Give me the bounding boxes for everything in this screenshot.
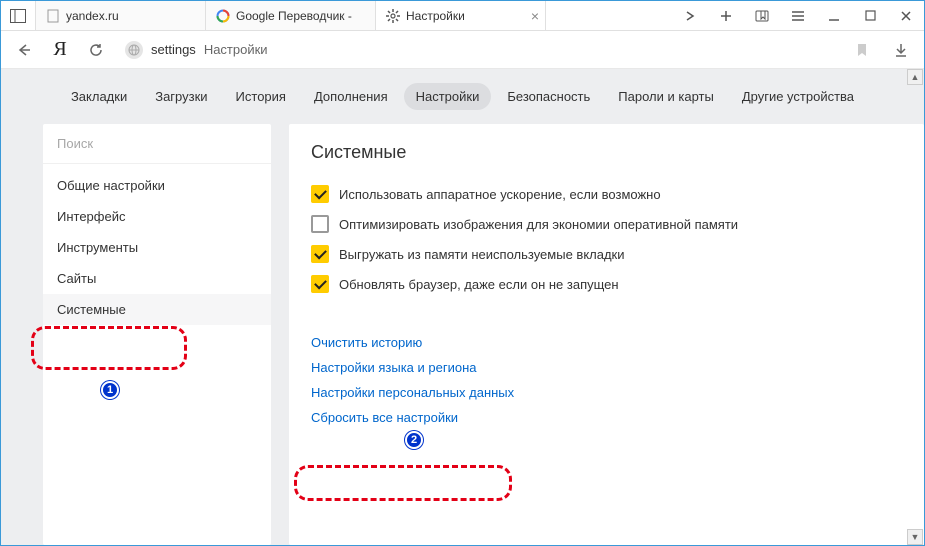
downloads-button[interactable] bbox=[886, 35, 916, 65]
topnav-bookmarks[interactable]: Закладки bbox=[59, 83, 139, 110]
sidebar-item-interface[interactable]: Интерфейс bbox=[43, 201, 271, 232]
checkbox-hardware-accel[interactable] bbox=[311, 185, 329, 203]
setting-row: Использовать аппаратное ускорение, если … bbox=[311, 179, 902, 209]
gear-icon bbox=[386, 9, 400, 23]
setting-row: Оптимизировать изображения для экономии … bbox=[311, 209, 902, 239]
address-field[interactable]: settings Настройки bbox=[117, 36, 880, 64]
topnav-history[interactable]: История bbox=[224, 83, 298, 110]
link-reset-settings[interactable]: Сбросить все настройки bbox=[311, 410, 458, 425]
tab-yandex[interactable]: yandex.ru bbox=[36, 1, 206, 30]
settings-sidebar: Поиск Общие настройки Интерфейс Инструме… bbox=[43, 124, 271, 545]
setting-label: Использовать аппаратное ускорение, если … bbox=[339, 187, 661, 202]
sidebar-item-general[interactable]: Общие настройки bbox=[43, 170, 271, 201]
reload-button[interactable] bbox=[81, 35, 111, 65]
setting-label: Выгружать из памяти неиспользуемые вклад… bbox=[339, 247, 625, 262]
tab-scroll-right-icon[interactable] bbox=[672, 1, 708, 31]
tab-label: yandex.ru bbox=[66, 9, 119, 23]
bookmarks-icon[interactable] bbox=[744, 1, 780, 31]
link-clear-history[interactable]: Очистить историю bbox=[311, 335, 422, 350]
content-area: Закладки Загрузки История Дополнения Нас… bbox=[1, 69, 924, 545]
setting-label: Оптимизировать изображения для экономии … bbox=[339, 217, 738, 232]
link-language-region[interactable]: Настройки языка и региона bbox=[311, 360, 477, 375]
topnav-settings[interactable]: Настройки bbox=[404, 83, 492, 110]
section-heading: Системные bbox=[311, 142, 902, 163]
topnav-addons[interactable]: Дополнения bbox=[302, 83, 400, 110]
setting-label: Обновлять браузер, даже если он не запущ… bbox=[339, 277, 619, 292]
menu-icon[interactable] bbox=[780, 1, 816, 31]
sidebar-search[interactable]: Поиск bbox=[43, 124, 271, 164]
topnav-other-devices[interactable]: Другие устройства bbox=[730, 83, 866, 110]
settings-main-panel: Системные Использовать аппаратное ускоре… bbox=[289, 124, 924, 545]
scroll-up-button[interactable]: ▲ bbox=[907, 69, 923, 85]
links-section: Очистить историю Настройки языка и регио… bbox=[311, 335, 902, 425]
link-personal-data[interactable]: Настройки персональных данных bbox=[311, 385, 514, 400]
topnav-downloads[interactable]: Загрузки bbox=[143, 83, 219, 110]
sidebar-item-tools[interactable]: Инструменты bbox=[43, 232, 271, 263]
close-icon[interactable]: × bbox=[531, 8, 539, 24]
site-icon bbox=[125, 41, 143, 59]
bookmark-icon[interactable] bbox=[856, 43, 868, 57]
tab-label: Настройки bbox=[406, 9, 465, 23]
setting-row: Выгружать из памяти неиспользуемые вклад… bbox=[311, 239, 902, 269]
settings-top-nav: Закладки Загрузки История Дополнения Нас… bbox=[1, 69, 924, 124]
titlebar: yandex.ru Google Переводчик - Настройки … bbox=[1, 1, 924, 31]
tab-label: Google Переводчик - bbox=[236, 9, 352, 23]
back-button[interactable] bbox=[9, 35, 39, 65]
google-icon bbox=[216, 9, 230, 23]
window-close-button[interactable] bbox=[888, 1, 924, 31]
address-bar: Я settings Настройки bbox=[1, 31, 924, 69]
panel-toggle-icon[interactable] bbox=[1, 1, 35, 30]
tab-strip: yandex.ru Google Переводчик - Настройки … bbox=[36, 1, 672, 30]
checkbox-update-offline[interactable] bbox=[311, 275, 329, 293]
tab-google-translate[interactable]: Google Переводчик - bbox=[206, 1, 376, 30]
address-domain: settings bbox=[151, 42, 196, 57]
titlebar-controls bbox=[672, 1, 924, 30]
topnav-security[interactable]: Безопасность bbox=[495, 83, 602, 110]
setting-row: Обновлять браузер, даже если он не запущ… bbox=[311, 269, 902, 299]
page-icon bbox=[46, 9, 60, 23]
sidebar-item-sites[interactable]: Сайты bbox=[43, 263, 271, 294]
tab-settings[interactable]: Настройки × bbox=[376, 1, 546, 30]
window-minimize-button[interactable] bbox=[816, 1, 852, 31]
scroll-down-button[interactable]: ▼ bbox=[907, 529, 923, 545]
new-tab-button[interactable] bbox=[708, 1, 744, 31]
topnav-passwords[interactable]: Пароли и карты bbox=[606, 83, 726, 110]
sidebar-item-system[interactable]: Системные bbox=[43, 294, 271, 325]
yandex-home-button[interactable]: Я bbox=[45, 35, 75, 65]
checkbox-unload-tabs[interactable] bbox=[311, 245, 329, 263]
address-page-title: Настройки bbox=[204, 42, 268, 57]
window-maximize-button[interactable] bbox=[852, 1, 888, 31]
checkbox-optimize-images[interactable] bbox=[311, 215, 329, 233]
